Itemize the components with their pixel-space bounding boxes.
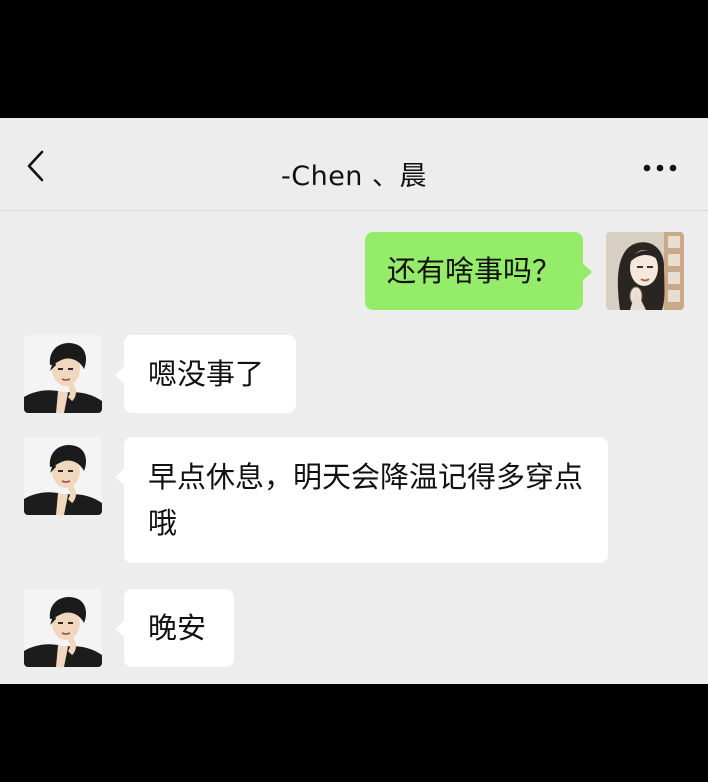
bubble-tail xyxy=(115,620,125,638)
chat-header: -Chen 、晨 xyxy=(0,118,708,211)
boy-portrait-avatar-icon xyxy=(24,335,102,413)
girl-portrait-avatar-icon xyxy=(606,232,684,310)
message-text: 早点休息，明天会降温记得多穿点哦 xyxy=(148,460,584,540)
message-text: 还有啥事吗？ xyxy=(387,254,562,288)
bubble-tail xyxy=(582,263,592,281)
contact-avatar[interactable] xyxy=(24,589,102,667)
more-button[interactable] xyxy=(640,160,680,174)
message-bubble-received[interactable]: 早点休息，明天会降温记得多穿点哦 xyxy=(115,437,608,563)
boy-portrait-avatar-icon xyxy=(24,437,102,515)
chat-screen: -Chen 、晨 还有啥事吗？ 嗯没事了 早点休息，明天会降温记得多穿点哦 晚安 xyxy=(0,118,708,684)
message-text: 嗯没事了 xyxy=(148,357,265,391)
bubble-tail xyxy=(115,468,125,486)
my-avatar[interactable] xyxy=(606,232,684,310)
chat-title: -Chen 、晨 xyxy=(280,161,427,192)
bubble-tail xyxy=(115,366,125,384)
message-bubble-received[interactable]: 晚安 xyxy=(115,589,234,667)
message-text: 晚安 xyxy=(148,611,207,645)
more-horizontal-icon xyxy=(643,164,677,172)
message-bubble-sent[interactable]: 还有啥事吗？ xyxy=(365,232,592,310)
contact-avatar[interactable] xyxy=(24,335,102,413)
message-bubble-received[interactable]: 嗯没事了 xyxy=(115,335,296,413)
contact-avatar[interactable] xyxy=(24,437,102,515)
boy-portrait-avatar-icon xyxy=(24,589,102,667)
